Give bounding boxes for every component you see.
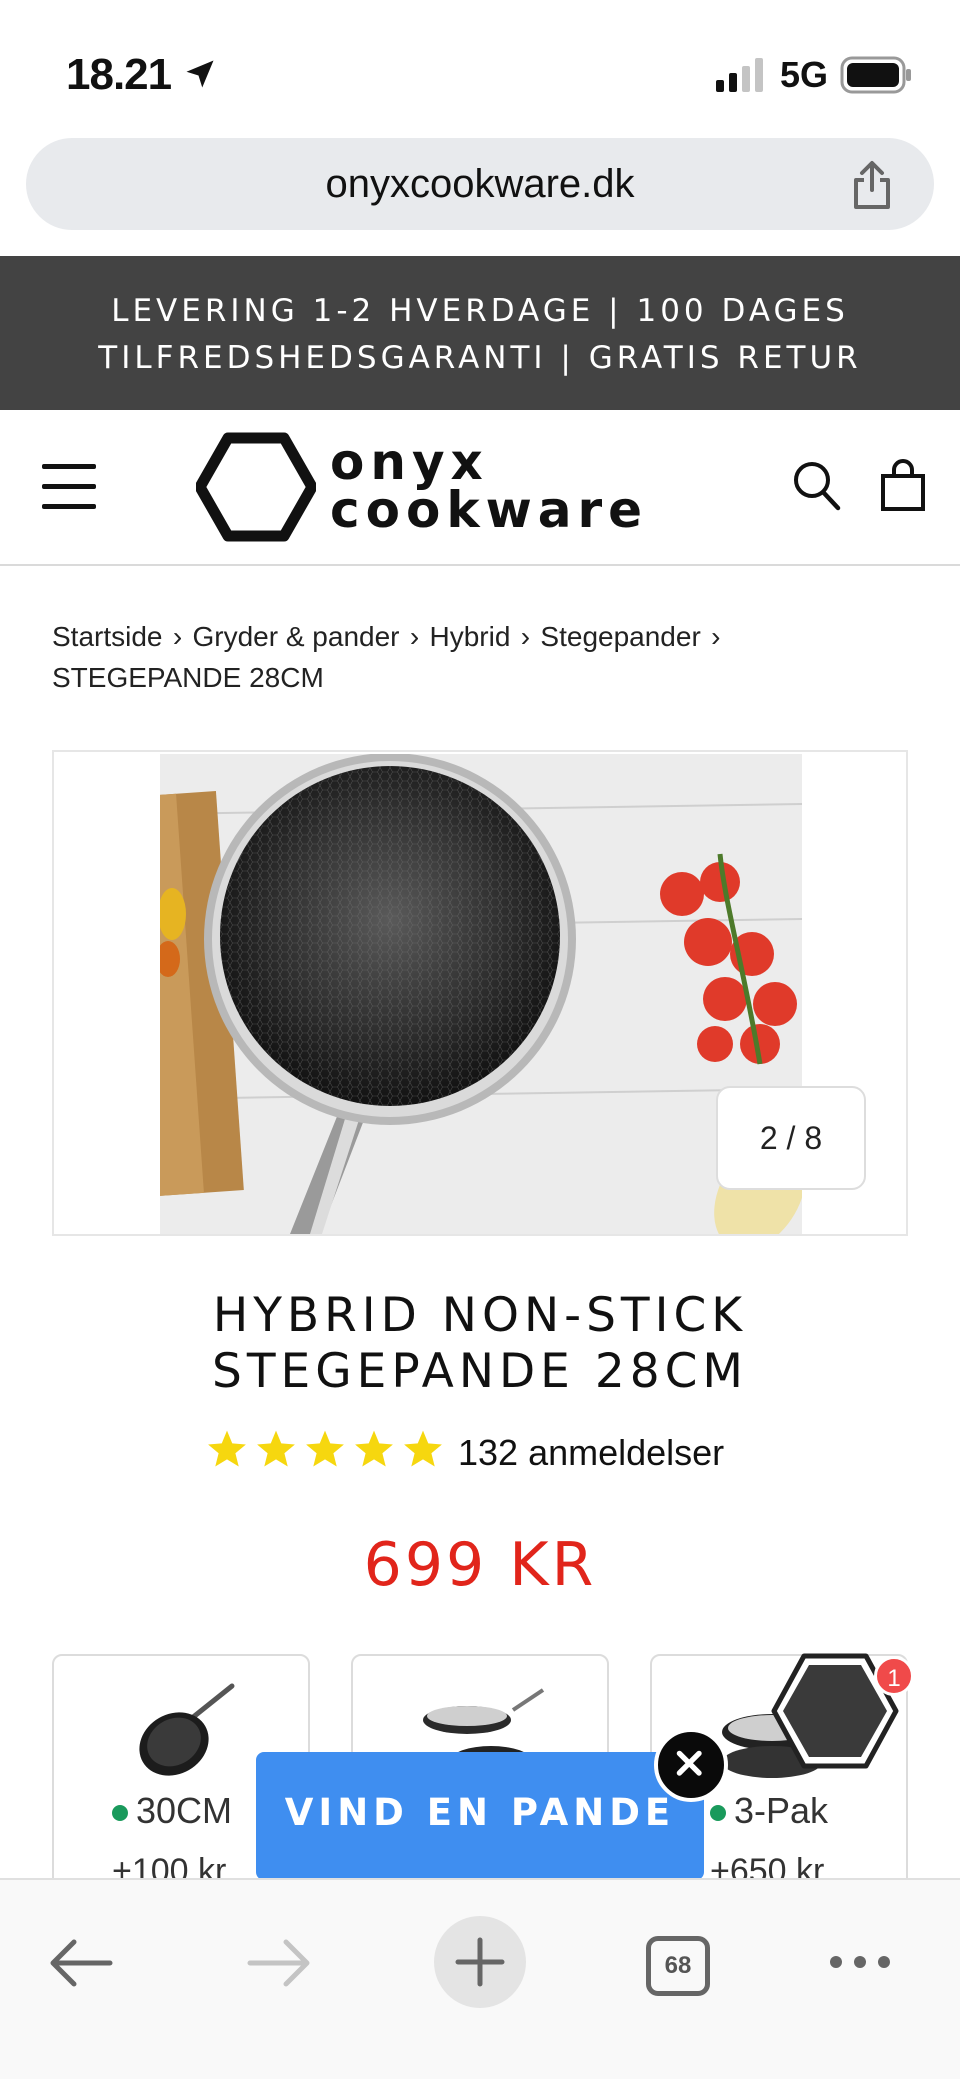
star-icon [355, 1430, 393, 1467]
chevron-right-icon: › [520, 621, 531, 652]
chevron-right-icon: › [172, 621, 183, 652]
star-icon [208, 1430, 246, 1467]
signal-icon [716, 58, 763, 92]
hamburger-menu-icon[interactable] [42, 464, 96, 510]
product-price: 699 KR [363, 1530, 597, 1600]
breadcrumb-item-pots-pans[interactable]: Gryder & pander [193, 621, 400, 652]
product-title-line1: HYBRID NON-STICK [212, 1288, 748, 1343]
star-icon [306, 1430, 344, 1467]
variant-label: 3-Pak [710, 1790, 828, 1832]
product-image[interactable] [160, 754, 802, 1234]
search-icon[interactable] [792, 460, 842, 512]
status-bar: 18.21 5G [0, 0, 960, 130]
chevron-right-icon: › [409, 621, 420, 652]
hexagon-logo-icon [196, 432, 316, 542]
variant-label: 30CM [112, 1790, 232, 1832]
product-title-line2: STEGEPANDE 28CM [211, 1344, 748, 1399]
star-rating [206, 1428, 451, 1475]
status-time: 18.21 [66, 50, 172, 99]
breadcrumb-item-hybrid[interactable]: Hybrid [430, 621, 511, 652]
logo[interactable]: onyx cookware [196, 432, 736, 544]
chat-notification-badge: 1 [874, 1656, 914, 1696]
tabs-button[interactable]: 68 [646, 1936, 710, 1996]
frying-pan-thumbnail-icon [139, 1683, 235, 1776]
more-options-icon[interactable] [828, 1952, 892, 1972]
star-icon [257, 1430, 295, 1467]
url-text[interactable]: onyxcookware.dk [26, 162, 934, 207]
address-bar[interactable]: onyxcookware.dk [26, 138, 934, 230]
in-stock-dot-icon [710, 1805, 726, 1822]
browser-toolbar: 68 [0, 1878, 960, 2079]
breadcrumb-item-current: STEGEPANDE 28CM [52, 662, 324, 693]
breadcrumb: Startside › Gryder & pander › Hybrid › Stegepa… [52, 616, 912, 698]
back-arrow-icon[interactable] [48, 1936, 114, 1990]
product-title: HYBRID NON-STICK STEGEPANDE 28CM [0, 1288, 960, 1400]
shopping-bag-icon[interactable] [880, 458, 926, 512]
site-header: onyx cookware [0, 410, 960, 566]
plus-icon [455, 1937, 505, 1987]
network-type: 5G [780, 54, 829, 95]
product-gallery[interactable]: 2 / 8 [52, 750, 908, 1236]
variant-size: 3-Pak [734, 1790, 829, 1831]
promo-line-2: TILFREDSHEDSGARANTI | GRATIS RETUR [98, 340, 862, 376]
chevron-right-icon: › [711, 621, 721, 652]
in-stock-dot-icon [112, 1805, 128, 1822]
frying-pan-photo [160, 754, 802, 1234]
review-count[interactable]: 132 anmeldelser [458, 1432, 724, 1474]
close-icon[interactable] [654, 1728, 728, 1802]
breadcrumb-item-frying-pans[interactable]: Stegepander [540, 621, 700, 652]
logo-word-line2: cookware [330, 481, 649, 539]
battery-icon [840, 56, 911, 94]
product-rating[interactable]: 132 anmeldelser [206, 1424, 766, 1480]
new-tab-button[interactable] [434, 1916, 526, 2008]
win-a-pan-button[interactable]: VIND EN PANDE [256, 1752, 704, 1880]
forward-arrow-icon[interactable] [246, 1936, 312, 1990]
promo-banner: LEVERING 1-2 HVERDAGE | 100 DAGES TILFRE… [0, 256, 960, 410]
star-icon [404, 1430, 442, 1467]
image-counter: 2 / 8 [716, 1086, 866, 1190]
share-icon[interactable] [848, 160, 896, 210]
logo-word-line1: onyx [330, 433, 489, 491]
promo-line-1: LEVERING 1-2 HVERDAGE | 100 DAGES [111, 293, 849, 329]
location-arrow-icon [186, 60, 214, 88]
breadcrumb-item-home[interactable]: Startside [52, 621, 163, 652]
logo-wordmark: onyx cookware [330, 433, 649, 539]
variant-size: 30CM [136, 1790, 233, 1831]
promo-text: LEVERING 1-2 HVERDAGE | 100 DAGES TILFRE… [0, 256, 960, 382]
